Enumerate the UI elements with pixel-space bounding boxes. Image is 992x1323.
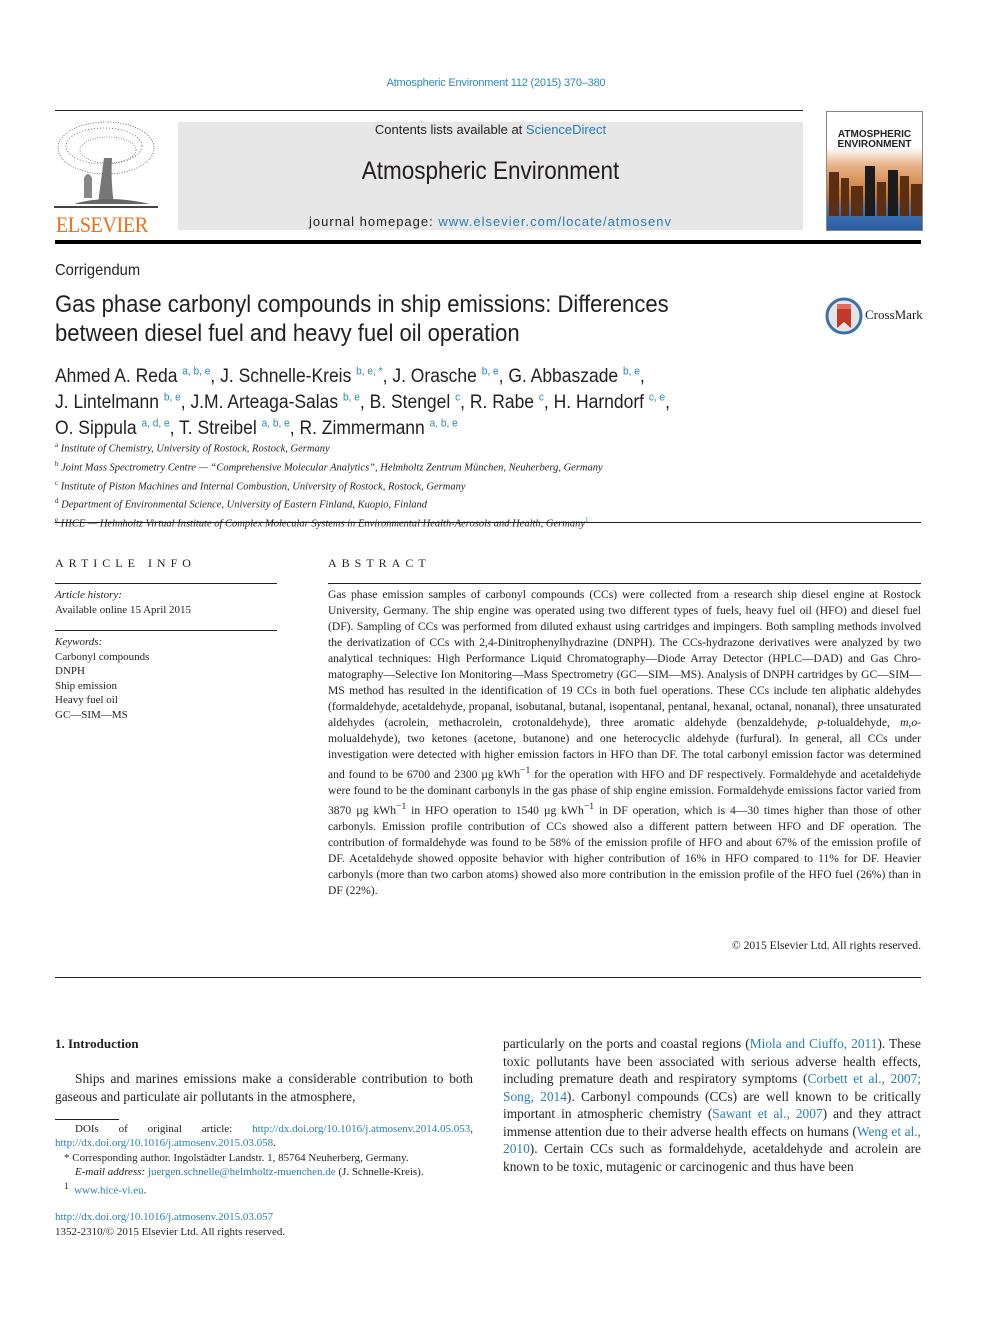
footnote-rule xyxy=(55,1119,119,1120)
keyword: GC—SIM—MS xyxy=(55,708,128,721)
footnote-1: 1 www.hice-vi.eu. xyxy=(64,1181,147,1197)
crossmark-button[interactable]: CrossMark xyxy=(825,297,925,335)
abstract-end-rule xyxy=(55,977,921,978)
author[interactable]: G. Abbaszade b, e, xyxy=(508,366,644,387)
affiliation-markers[interactable]: b, e xyxy=(164,392,181,404)
doi-link[interactable]: http://dx.doi.org/10.1016/j.atmosenv.201… xyxy=(55,1137,273,1149)
cover-title: ATMOSPHERIC ENVIRONMENT xyxy=(837,129,912,150)
affiliation-item: b Joint Mass Spectrometry Centre — “Comp… xyxy=(55,459,603,474)
elsevier-tree-icon xyxy=(54,121,158,208)
header-divider xyxy=(55,240,921,244)
article-identifiers: http://dx.doi.org/10.1016/j.atmosenv.201… xyxy=(55,1210,473,1240)
affiliation-item: c Institute of Piston Machines and Inter… xyxy=(55,478,466,493)
city-skyline-icon xyxy=(829,166,922,216)
keywords-rule xyxy=(55,630,277,631)
original-article-dois: DOIs of original article: http://dx.doi.… xyxy=(55,1123,473,1150)
author[interactable]: T. Streibel a, b, e, xyxy=(179,418,299,439)
history-label: Article history: xyxy=(55,589,122,601)
author[interactable]: J. Schnelle-Kreis b, e, *, xyxy=(220,366,392,387)
keyword: Ship emission xyxy=(55,679,118,692)
affiliation-markers[interactable]: b, e xyxy=(623,366,640,378)
article-info-heading: ARTICLE INFO xyxy=(55,556,196,570)
abstract-text: Gas phase emission samples of carbonyl c… xyxy=(328,588,922,897)
author[interactable]: J.M. Arteaga-Salas b, e, xyxy=(190,392,369,413)
abstract-heading: ABSTRACT xyxy=(328,556,431,570)
corresponding-author-note: * Corresponding author. Ingolstädter Lan… xyxy=(64,1151,409,1164)
article-title: Gas phase carbonyl compounds in ship emi… xyxy=(55,291,669,347)
abstract-copyright: © 2015 Elsevier Ltd. All rights reserved… xyxy=(731,939,921,952)
author[interactable]: J. Orasche b, e, xyxy=(392,366,508,387)
author[interactable]: Ahmed A. Reda a, b, e, xyxy=(55,366,220,387)
keyword: DNPH xyxy=(55,665,85,677)
author[interactable]: H. Harndorf c, e, xyxy=(554,392,670,413)
abstract-rule xyxy=(328,583,921,584)
crossmark-icon xyxy=(825,297,863,335)
history-value: Available online 15 April 2015 xyxy=(55,603,192,616)
keyword: Heavy fuel oil xyxy=(55,694,118,706)
introduction-heading: 1. Introduction xyxy=(55,1036,139,1051)
journal-reference[interactable]: Atmospheric Environment 112 (2015) 370–3… xyxy=(0,77,992,89)
affiliation-markers[interactable]: a, b, e xyxy=(182,366,210,378)
author[interactable]: R. Rabe c, xyxy=(470,392,554,413)
affiliation-item: a Institute of Chemistry, University of … xyxy=(55,441,330,455)
elsevier-logo[interactable]: ELSEVIER xyxy=(54,118,158,237)
author[interactable]: O. Sippula a, d, e, xyxy=(55,418,179,439)
homepage-line: journal homepage: www.elsevier.com/locat… xyxy=(309,214,672,229)
citation-link[interactable]: Sawant et al., 2007 xyxy=(712,1106,822,1121)
keywords-label: Keywords: xyxy=(55,636,103,648)
elsevier-wordmark: ELSEVIER xyxy=(55,212,148,237)
citation-link[interactable]: Miola and Ciuffo, 2011 xyxy=(750,1036,878,1051)
journal-cover-image[interactable]: ATMOSPHERIC ENVIRONMENT xyxy=(826,111,923,231)
doi-link[interactable]: http://dx.doi.org/10.1016/j.atmosenv.201… xyxy=(252,1123,470,1135)
affiliation-markers[interactable]: b, e xyxy=(482,366,499,378)
affiliation-markers[interactable]: c, e xyxy=(649,392,665,404)
email-note: E-mail address: juergen.schnelle@helmhol… xyxy=(75,1165,424,1178)
author-list: Ahmed A. Reda a, b, e, J. Schnelle-Kreis… xyxy=(55,362,754,439)
hice-link[interactable]: www.hice-vi.eu xyxy=(74,1185,144,1197)
article-history: Article history: Available online 15 Apr… xyxy=(55,588,277,617)
author[interactable]: B. Stengel c, xyxy=(370,392,470,413)
author[interactable]: J. Lintelmann b, e, xyxy=(55,392,190,413)
journal-homepage-link[interactable]: www.elsevier.com/locate/atmosenv xyxy=(438,214,672,229)
affiliation-markers[interactable]: a, b, e xyxy=(430,418,458,430)
affiliation-markers[interactable]: a, d, e xyxy=(141,418,169,430)
email-link[interactable]: juergen.schnelle@helmholtz-muenchen.de xyxy=(148,1166,336,1178)
header-rule xyxy=(55,110,803,111)
affiliations: a Institute of Chemistry, University of … xyxy=(55,438,755,532)
affiliation-markers[interactable]: b, e xyxy=(343,392,360,404)
journal-banner: Contents lists available at ScienceDirec… xyxy=(178,122,803,230)
article-info-rule xyxy=(55,583,277,584)
keyword: Carbonyl compounds xyxy=(55,650,150,663)
affiliation-item: d Department of Environmental Science, U… xyxy=(55,497,428,511)
affiliations-rule xyxy=(55,522,921,523)
footnotes: DOIs of original article: http://dx.doi.… xyxy=(55,1122,473,1198)
affiliation-markers[interactable]: b, e, * xyxy=(356,366,382,378)
keywords: Keywords: Carbonyl compounds DNPH Ship e… xyxy=(55,635,277,722)
journal-title: Atmospheric Environment xyxy=(361,157,620,185)
article-type: Corrigendum xyxy=(55,262,141,279)
introduction-right-column: particularly on the ports and coastal re… xyxy=(503,1036,922,1174)
issn-line: 1352-2310/© 2015 Elsevier Ltd. All right… xyxy=(55,1226,286,1238)
introduction-left-column: Ships and marines emissions make a consi… xyxy=(55,1071,473,1104)
article-doi-link[interactable]: http://dx.doi.org/10.1016/j.atmosenv.201… xyxy=(55,1211,273,1223)
author[interactable]: R. Zimmermann a, b, e xyxy=(299,418,457,439)
sciencedirect-link[interactable]: ScienceDirect xyxy=(526,122,606,137)
affiliation-markers[interactable]: a, b, e xyxy=(262,418,290,430)
contents-line: Contents lists available at ScienceDirec… xyxy=(374,122,607,137)
